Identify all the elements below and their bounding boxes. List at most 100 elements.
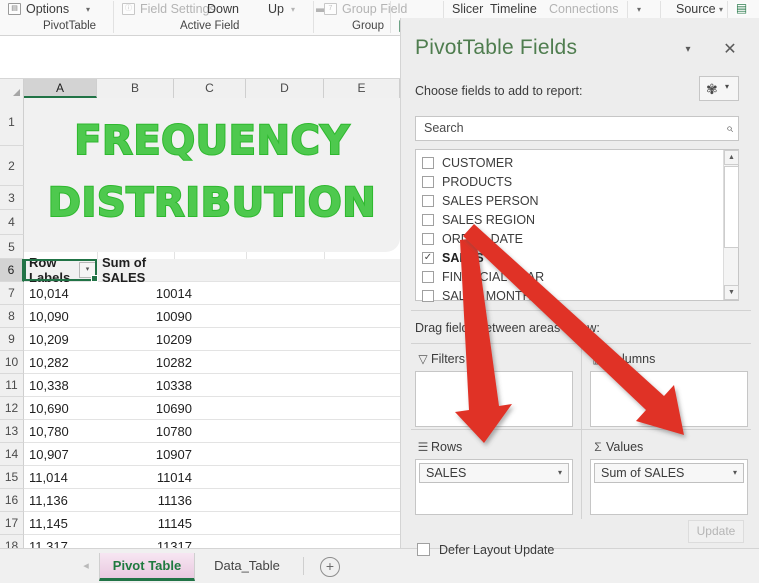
field-item-sales-region[interactable]: SALES REGION bbox=[416, 211, 716, 230]
sheet-tab-pivot-table[interactable]: Pivot Table bbox=[99, 553, 195, 581]
row-header-16[interactable]: 16 bbox=[0, 489, 24, 512]
row-header-6[interactable]: 6 bbox=[0, 259, 24, 282]
ribbon-item-options[interactable]: Options bbox=[26, 0, 69, 18]
field-checkbox[interactable] bbox=[422, 271, 434, 283]
chevron-down-icon[interactable]: ▾ bbox=[558, 464, 562, 482]
chip-label: SALES bbox=[426, 466, 467, 480]
row-header-5[interactable]: 5 bbox=[0, 235, 24, 259]
table-row[interactable]: 10,090 10090 bbox=[24, 305, 400, 328]
ribbon-item-group-field[interactable]: Group Field bbox=[342, 0, 407, 18]
row-header-12[interactable]: 12 bbox=[0, 397, 24, 420]
table-row[interactable]: 10,282 10282 bbox=[24, 351, 400, 374]
row-header-11[interactable]: 11 bbox=[0, 374, 24, 397]
select-all-corner[interactable] bbox=[0, 79, 24, 98]
table-row[interactable]: 10,338 10338 bbox=[24, 374, 400, 397]
field-label: SALES PERSON bbox=[442, 194, 539, 208]
search-input[interactable]: Search ⌕ bbox=[415, 116, 739, 141]
ribbon-item-slicer[interactable]: Slicer bbox=[452, 0, 483, 18]
field-chip-values-sum-of-sales[interactable]: Sum of SALES ▾ bbox=[594, 463, 744, 483]
row-header-3[interactable]: 3 bbox=[0, 186, 24, 210]
row-header-2[interactable]: 2 bbox=[0, 146, 24, 186]
row-header-15[interactable]: 15 bbox=[0, 466, 24, 489]
area-rows-title: ☰ Rows bbox=[415, 437, 463, 457]
column-header-c[interactable]: C bbox=[174, 79, 246, 98]
area-filters-dropzone[interactable] bbox=[415, 371, 573, 427]
ribbon-group-pivottable: PivotTable bbox=[43, 20, 97, 32]
field-checkbox[interactable] bbox=[422, 290, 434, 302]
update-button[interactable]: Update bbox=[688, 520, 744, 543]
panel-collapse-icon[interactable]: ▾ bbox=[677, 40, 699, 60]
table-row[interactable]: 10,209 10209 bbox=[24, 328, 400, 351]
table-row[interactable]: 11,136 11136 bbox=[24, 489, 400, 512]
row-header-7[interactable]: 7 bbox=[0, 282, 24, 305]
row-header-17[interactable]: 17 bbox=[0, 512, 24, 535]
table-row[interactable]: 10,014 10014 bbox=[24, 282, 400, 305]
field-checkbox[interactable] bbox=[422, 157, 434, 169]
field-item-sales-person[interactable]: SALES PERSON bbox=[416, 192, 716, 211]
field-list-scrollbar[interactable]: ▲ ▼ bbox=[723, 150, 739, 300]
field-checkbox[interactable] bbox=[422, 233, 434, 245]
table-row[interactable]: 11,145 11145 bbox=[24, 512, 400, 535]
table-row[interactable]: 11,014 11014 bbox=[24, 466, 400, 489]
field-list-tools-button[interactable]: ✾ ▾ bbox=[699, 76, 739, 101]
field-item-sales[interactable]: ✓ SALES bbox=[416, 249, 716, 268]
table-row[interactable]: 10,780 10780 bbox=[24, 420, 400, 443]
field-checkbox[interactable] bbox=[422, 195, 434, 207]
pivot-header-sum-of-sales[interactable]: Sum of SALES bbox=[96, 255, 198, 285]
field-label: SALES REGION bbox=[442, 213, 536, 227]
up-caret-icon[interactable]: ▾ bbox=[291, 5, 295, 14]
ribbon-item-up[interactable]: Up bbox=[268, 0, 284, 18]
filter-group-caret-icon[interactable]: ▾ bbox=[637, 5, 641, 14]
table-row[interactable]: 10,690 10690 bbox=[24, 397, 400, 420]
pivot-row-label: 10,209 bbox=[29, 331, 69, 347]
row-header-14[interactable]: 14 bbox=[0, 443, 24, 466]
field-item-products[interactable]: PRODUCTS bbox=[416, 173, 716, 192]
scroll-down-icon[interactable]: ▼ bbox=[724, 285, 739, 300]
pivottable-fields-panel: PivotTable Fields ▾ ✕ Choose fields to a… bbox=[400, 18, 759, 557]
field-checkbox[interactable] bbox=[422, 214, 434, 226]
wordart-title: FREQUENCY DISTRIBUTION bbox=[24, 98, 400, 234]
field-chip-rows-sales[interactable]: SALES ▾ bbox=[419, 463, 569, 483]
row-header-4[interactable]: 4 bbox=[0, 210, 24, 235]
ribbon-item-source[interactable]: Source bbox=[676, 0, 716, 18]
area-rows-dropzone[interactable]: SALES ▾ bbox=[415, 459, 573, 515]
sheet-tab-data-table[interactable]: Data_Table bbox=[201, 553, 293, 581]
field-item-sales-month[interactable]: SALES MONTH bbox=[416, 287, 716, 306]
row-header-10[interactable]: 10 bbox=[0, 351, 24, 374]
ribbon-item-down[interactable]: Down bbox=[207, 0, 239, 18]
data-group-icon[interactable]: ▤ bbox=[735, 2, 748, 15]
table-row[interactable]: 10,907 10907 bbox=[24, 443, 400, 466]
column-header-d[interactable]: D bbox=[246, 79, 324, 98]
row-header-13[interactable]: 13 bbox=[0, 420, 24, 443]
field-item-financial-year[interactable]: FINANCIAL YEAR bbox=[416, 268, 716, 287]
field-checkbox[interactable]: ✓ bbox=[422, 252, 434, 264]
ribbon-item-connections[interactable]: Connections bbox=[549, 0, 619, 18]
row-header-8[interactable]: 8 bbox=[0, 305, 24, 328]
add-sheet-icon[interactable]: + bbox=[320, 557, 340, 577]
ribbon-item-timeline[interactable]: Timeline bbox=[490, 0, 537, 18]
area-values-dropzone[interactable]: Sum of SALES ▾ bbox=[590, 459, 748, 515]
defer-checkbox[interactable] bbox=[417, 543, 430, 556]
area-columns-dropzone[interactable] bbox=[590, 371, 748, 427]
close-icon[interactable]: ✕ bbox=[719, 40, 741, 60]
field-item-order-date[interactable]: ORDER DATE bbox=[416, 230, 716, 249]
column-header-e[interactable]: E bbox=[324, 79, 400, 98]
chevron-down-icon[interactable]: ▾ bbox=[733, 464, 737, 482]
pivot-row-value: 10090 bbox=[155, 308, 192, 324]
scroll-up-icon[interactable]: ▲ bbox=[724, 150, 739, 165]
field-item-customer[interactable]: CUSTOMER bbox=[416, 154, 716, 173]
ribbon-item-field-settings[interactable]: Field Settings bbox=[140, 0, 216, 18]
column-header-a[interactable]: A bbox=[24, 79, 97, 98]
prev-sheet-icon[interactable]: ◂ bbox=[76, 557, 96, 575]
defer-label: Defer Layout Update bbox=[439, 543, 555, 557]
row-header-1[interactable]: 1 bbox=[0, 98, 24, 146]
row-header-9[interactable]: 9 bbox=[0, 328, 24, 351]
column-header-b[interactable]: B bbox=[97, 79, 174, 98]
area-filters-title: ▽ Filters bbox=[415, 349, 465, 369]
scrollbar-thumb[interactable] bbox=[724, 166, 739, 248]
options-caret-icon[interactable]: ▾ bbox=[86, 5, 90, 14]
source-caret-icon[interactable]: ▾ bbox=[719, 5, 723, 14]
field-checkbox[interactable] bbox=[422, 176, 434, 188]
pivot-row-label: 10,907 bbox=[29, 446, 69, 462]
wordart-line-1: FREQUENCY bbox=[73, 117, 350, 165]
